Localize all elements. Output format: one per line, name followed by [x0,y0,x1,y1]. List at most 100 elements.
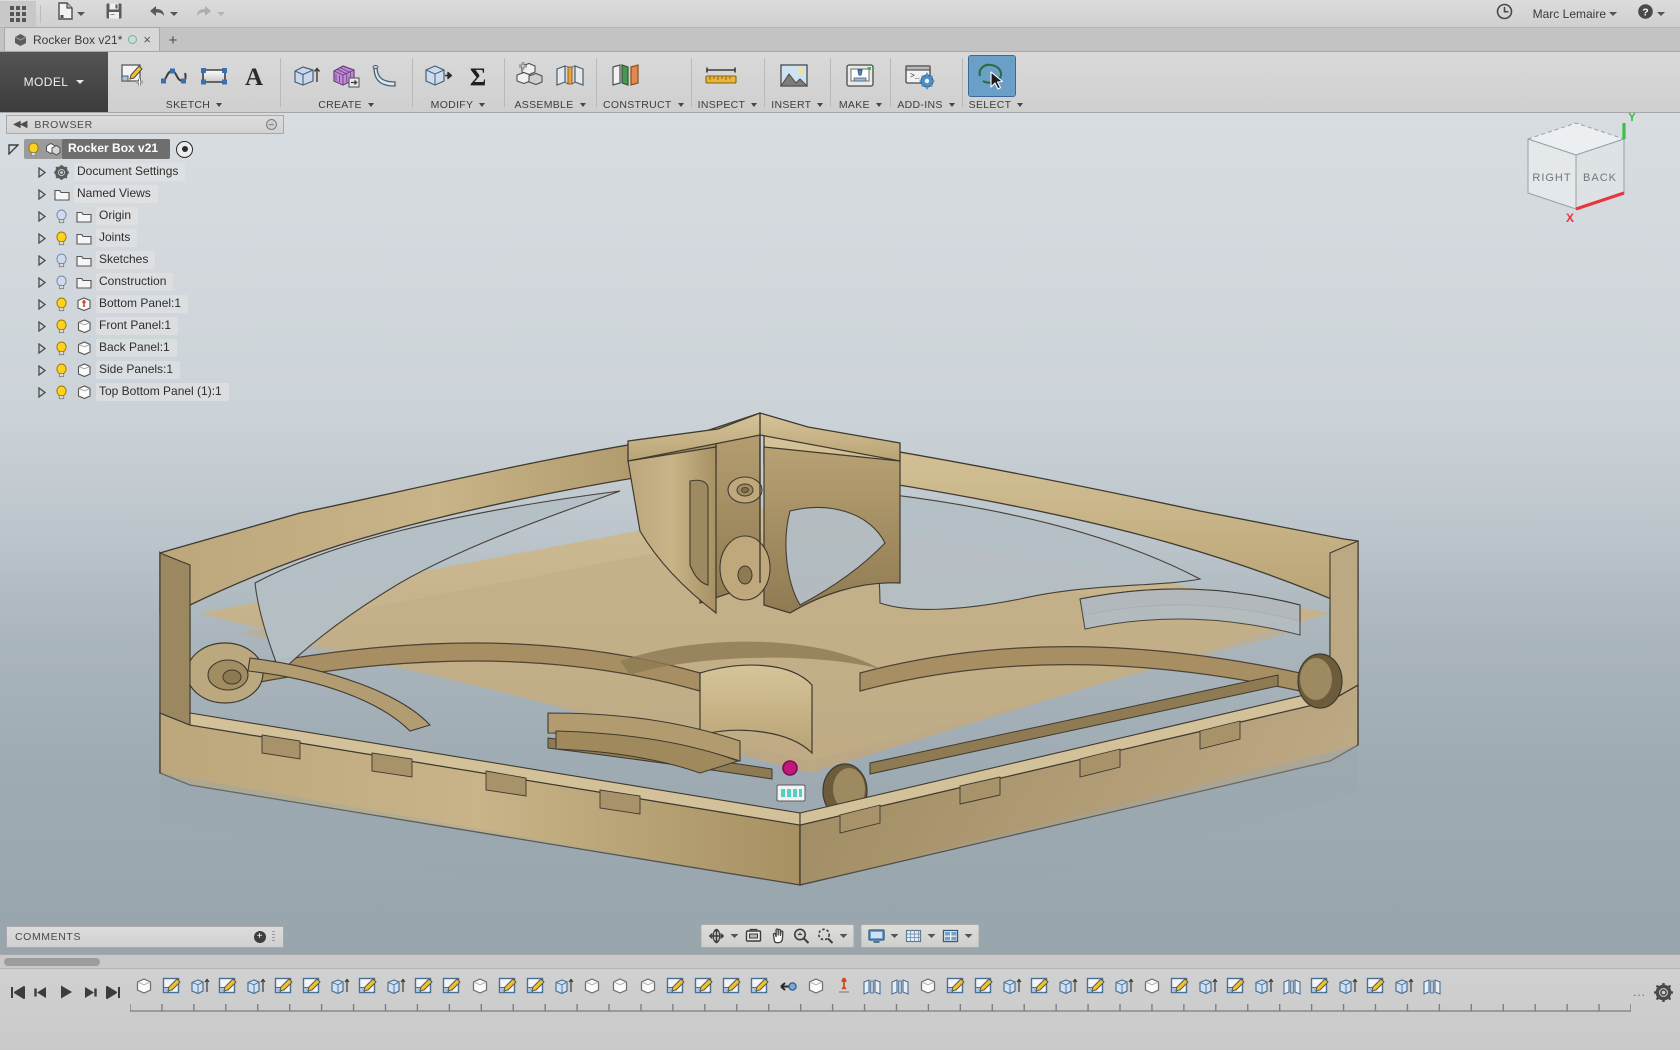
job-status-button[interactable] [1491,1,1518,27]
tool-measure[interactable] [698,56,744,96]
nav-viewports-button[interactable] [939,925,976,947]
tool-create-form[interactable] [327,56,365,96]
timeline-scroll-strip[interactable] [0,955,1680,969]
timeline-feature-45-extrude-icon[interactable] [1390,971,1418,1001]
timeline-track[interactable] [130,969,1631,1015]
timeline-feature-13-sketch-icon[interactable] [494,971,522,1001]
timeline-feature-27-joint-icon[interactable] [886,971,914,1001]
tree-item-document-settings[interactable]: Document Settings [6,161,284,183]
save-button[interactable] [100,1,128,27]
visibility-bulb-icon[interactable] [52,384,71,400]
apps-grid-button[interactable] [0,0,36,27]
expand-twisty-icon[interactable] [34,341,49,355]
timeline-feature-11-sketch-icon[interactable] [438,971,466,1001]
tool-press-pull[interactable] [419,56,457,96]
timeline-settings-gear-icon[interactable] [1646,982,1680,1002]
timeline-feature-16-component-icon[interactable] [578,971,606,1001]
user-account-button[interactable]: Marc Lemaire [1528,1,1622,27]
timeline-feature-17-component-icon[interactable] [606,971,634,1001]
visibility-bulb-icon[interactable] [52,318,71,334]
timeline-feature-30-sketch-icon[interactable] [970,971,998,1001]
timeline-feature-37-sketch-icon[interactable] [1166,971,1194,1001]
timeline-feature-22-sketch-icon[interactable] [746,971,774,1001]
tool-sweep[interactable] [367,56,405,96]
timeline-feature-35-extrude-icon[interactable] [1110,971,1138,1001]
panel-label-insert[interactable]: INSERT [771,98,824,112]
timeline-feature-41-joint-icon[interactable] [1278,971,1306,1001]
visibility-bulb-icon[interactable] [52,340,71,356]
timeline-feature-34-sketch-icon[interactable] [1082,971,1110,1001]
tree-item-joints[interactable]: Joints [6,227,284,249]
expand-twisty-icon[interactable] [34,319,49,333]
timeline-begin-icon[interactable] [6,977,28,1007]
document-tab[interactable]: Rocker Box v21* × [4,27,160,51]
visibility-bulb-icon[interactable] [52,274,71,290]
timeline-feature-44-sketch-icon[interactable] [1362,971,1390,1001]
tree-item-side-panels-1[interactable]: Side Panels:1 [6,359,284,381]
timeline-feature-39-sketch-icon[interactable] [1222,971,1250,1001]
3d-viewport[interactable]: ◀◀ BROWSER – Rocker Box v21 Document Set… [0,113,1680,954]
tool-offset-plane[interactable] [603,56,649,96]
expand-twisty-icon[interactable] [34,363,49,377]
tool-rectangle[interactable] [195,56,233,96]
view-cube[interactable]: RIGHT BACK Y X [1500,113,1650,235]
tool-spline[interactable] [155,56,193,96]
timeline-feature-4-extrude-icon[interactable] [242,971,270,1001]
expand-twisty-icon[interactable] [34,209,49,223]
timeline-feature-15-extrude-icon[interactable] [550,971,578,1001]
panel-label-inspect[interactable]: INSPECT [698,98,758,112]
visibility-bulb-icon[interactable] [52,362,71,378]
timeline-feature-28-component-icon[interactable] [914,971,942,1001]
panel-label-construct[interactable]: CONSTRUCT [603,98,684,112]
visibility-bulb-icon[interactable] [52,252,71,268]
resize-grip[interactable] [272,931,275,943]
close-icon[interactable]: × [143,33,151,46]
tool-joint[interactable] [551,56,589,96]
visibility-bulb-icon[interactable] [52,296,71,312]
tree-item-named-views[interactable]: Named Views [6,183,284,205]
tool-insert-decal[interactable] [771,56,817,96]
tool-text[interactable]: A [235,56,273,96]
panel-label-sketch[interactable]: SKETCH [115,98,273,112]
timeline-feature-43-extrude-icon[interactable] [1334,971,1362,1001]
timeline-feature-21-sketch-icon[interactable] [718,971,746,1001]
comments-panel[interactable]: COMMENTS + [6,926,284,948]
new-document-button[interactable] [45,1,90,27]
timeline-feature-18-component-icon[interactable] [634,971,662,1001]
timeline-feature-5-sketch-icon[interactable] [270,971,298,1001]
timeline-play-icon[interactable] [54,977,76,1007]
timeline-feature-10-sketch-icon[interactable] [410,971,438,1001]
timeline-step-forward-icon[interactable] [78,977,100,1007]
timeline-feature-40-extrude-icon[interactable] [1250,971,1278,1001]
panel-label-modify[interactable]: MODIFY [419,98,497,112]
timeline-feature-29-sketch-icon[interactable] [942,971,970,1001]
panel-label-assemble[interactable]: ASSEMBLE [511,98,589,112]
expand-twisty-icon[interactable] [34,165,49,179]
expand-twisty-icon[interactable] [34,231,49,245]
panel-label-create[interactable]: CREATE [287,98,405,112]
timeline-feature-7-extrude-icon[interactable] [326,971,354,1001]
visibility-bulb-icon[interactable] [52,208,71,224]
tool-3d-print[interactable] [837,56,883,96]
timeline-feature-31-extrude-icon[interactable] [998,971,1026,1001]
tree-item-back-panel-1[interactable]: Back Panel:1 [6,337,284,359]
tree-item-root[interactable]: Rocker Box v21 [6,137,284,161]
timeline-feature-26-joint-icon[interactable] [858,971,886,1001]
timeline-feature-20-sketch-icon[interactable] [690,971,718,1001]
timeline-feature-9-extrude-icon[interactable] [382,971,410,1001]
visibility-bulb-icon[interactable] [24,141,43,157]
tree-item-sketches[interactable]: Sketches [6,249,284,271]
undo-button[interactable] [142,1,183,27]
tool-extrude[interactable] [287,56,325,96]
timeline-feature-14-sketch-icon[interactable] [522,971,550,1001]
timeline-feature-42-sketch-icon[interactable] [1306,971,1334,1001]
tree-item-bottom-panel-1[interactable]: Bottom Panel:1 [6,293,284,315]
timeline-feature-8-sketch-icon[interactable] [354,971,382,1001]
nav-fit-button[interactable] [814,925,851,947]
timeline-feature-24-component-icon[interactable] [802,971,830,1001]
nav-look-at-button[interactable] [742,925,766,947]
expand-twisty-icon[interactable] [34,385,49,399]
timeline-feature-6-sketch-icon[interactable] [298,971,326,1001]
collapse-left-icon[interactable]: ◀◀ [13,119,27,130]
tool-change-parameters[interactable]: Σ [459,56,497,96]
